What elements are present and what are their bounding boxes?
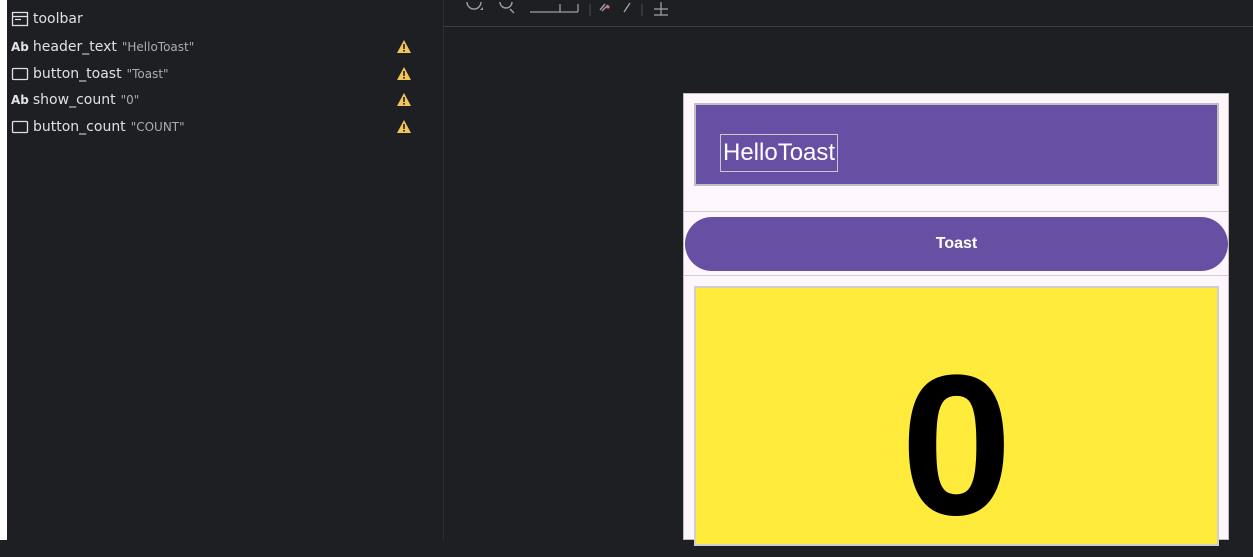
warning-icon[interactable] <box>396 66 412 85</box>
canvas-toolbar <box>444 0 1253 27</box>
tree-item-name: toolbar <box>33 11 83 27</box>
show-count-text[interactable]: 0 <box>694 286 1219 546</box>
device-preview[interactable]: HelloToast Toast 0 <box>683 93 1229 546</box>
tree-item-name: button_toast <box>33 66 122 82</box>
header-text[interactable]: HelloToast <box>720 134 839 172</box>
tree-item-button-count[interactable]: button_count "COUNT" <box>11 115 411 139</box>
tree-item-value: "Toast" <box>126 67 169 81</box>
tree-item-name: show_count <box>32 92 116 108</box>
window-edge <box>0 0 7 540</box>
divider-line <box>684 211 1228 212</box>
panel-divider[interactable] <box>415 0 444 540</box>
toast-button[interactable]: Toast <box>685 217 1228 271</box>
tree-item-button-toast[interactable]: button_toast "Toast" <box>11 62 411 86</box>
tree-item-header-text[interactable]: Ab header_text "HelloToast" <box>11 35 411 59</box>
canvas-toolbar-icons[interactable] <box>464 0 764 26</box>
tree-item-value: "0" <box>120 93 140 107</box>
tree-item-toolbar[interactable]: toolbar <box>11 7 411 31</box>
textview-icon: Ab <box>11 93 29 107</box>
tree-item-name: button_count <box>33 119 126 135</box>
tree-item-value: "HelloToast" <box>121 40 195 54</box>
divider-line <box>684 275 1228 276</box>
button-icon <box>11 67 29 81</box>
warning-icon[interactable] <box>396 119 412 138</box>
warning-icon[interactable] <box>396 92 412 111</box>
header-toolbar[interactable]: HelloToast <box>694 103 1219 186</box>
component-tree: toolbar Ab header_text "HelloToast" butt… <box>7 0 416 540</box>
warning-icon[interactable] <box>396 39 412 58</box>
design-canvas[interactable]: HelloToast Toast 0 <box>444 0 1253 546</box>
toolbar-icon <box>11 11 29 27</box>
tree-item-show-count[interactable]: Ab show_count "0" <box>11 88 411 112</box>
tree-item-value: "COUNT" <box>130 120 185 134</box>
textview-icon: Ab <box>11 40 29 54</box>
tree-item-name: header_text <box>32 39 117 55</box>
button-icon <box>11 120 29 134</box>
